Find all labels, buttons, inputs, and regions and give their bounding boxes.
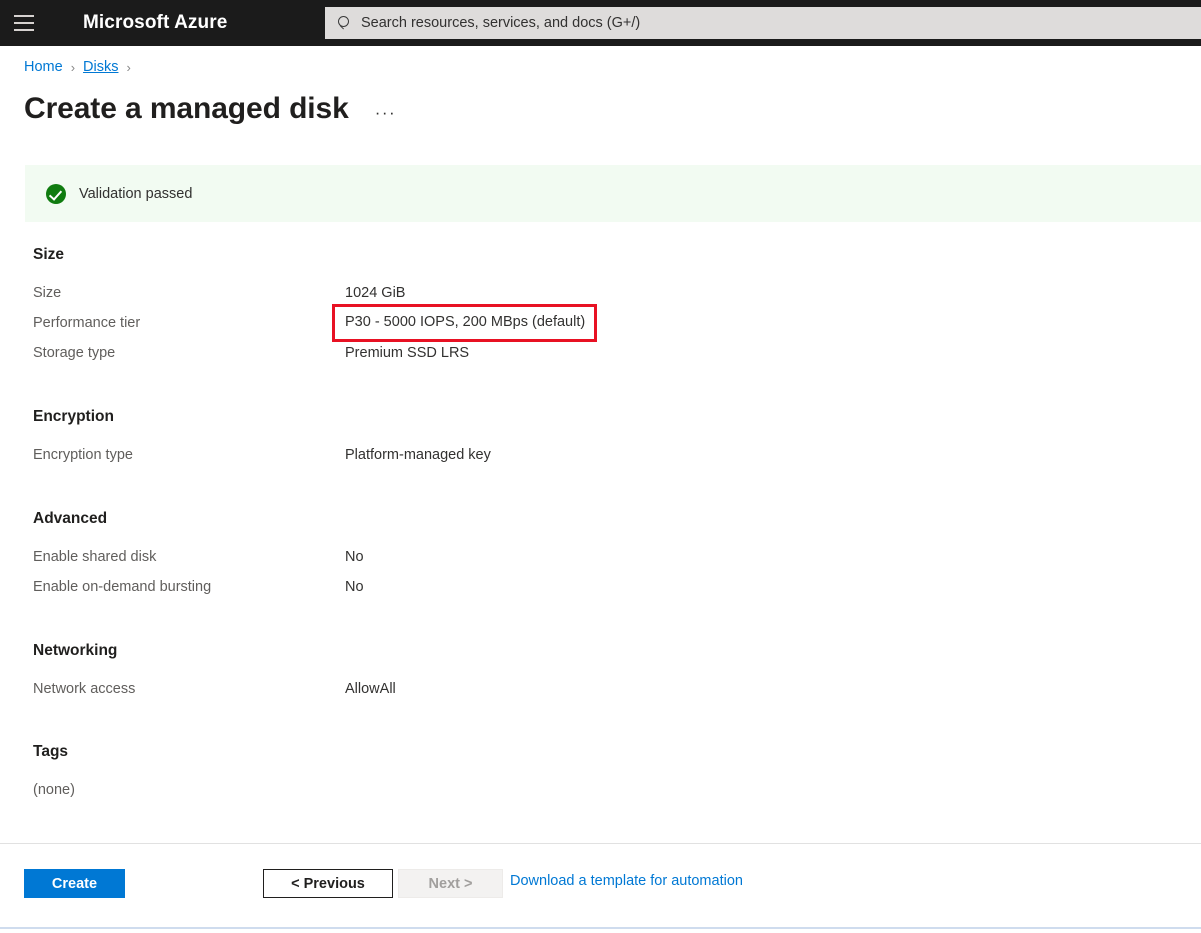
more-actions-icon[interactable]: ···: [375, 104, 396, 121]
table-row: Size 1024 GiB: [33, 278, 594, 308]
breadcrumb-separator-icon: ›: [126, 59, 131, 75]
section-tags: Tags (none): [33, 743, 345, 805]
check-circle-icon: [46, 183, 66, 204]
previous-button[interactable]: < Previous: [263, 869, 393, 898]
row-value: AllowAll: [345, 681, 396, 697]
section-heading: Tags: [33, 743, 69, 760]
table-row: Enable shared disk No: [33, 542, 364, 572]
table-row: Network access AllowAll: [33, 674, 396, 704]
row-label: Enable shared disk: [33, 549, 157, 565]
row-value: No: [345, 579, 364, 595]
azure-brand-logo[interactable]: Microsoft Azure: [83, 12, 227, 34]
breadcrumb: Home › Disks ›: [24, 59, 139, 75]
hamburger-bar: [14, 15, 34, 17]
table-row: Enable on-demand bursting No: [33, 572, 364, 602]
row-label: (none): [33, 782, 75, 798]
section-encryption: Encryption Encryption type Platform-mana…: [33, 408, 491, 470]
global-search-box[interactable]: [325, 7, 1201, 39]
validation-message: Validation passed: [79, 185, 193, 202]
hamburger-bar: [14, 29, 34, 31]
create-button[interactable]: Create: [24, 869, 125, 898]
section-heading: Networking: [33, 642, 118, 659]
breadcrumb-separator-icon: ›: [70, 59, 76, 75]
section-heading: Size: [33, 246, 65, 263]
table-row: (none): [33, 775, 345, 805]
row-label: Network access: [33, 681, 136, 697]
row-value: Premium SSD LRS: [345, 345, 470, 361]
page-title-row: Create a managed disk ···: [24, 90, 396, 128]
table-row: Encryption type Platform-managed key: [33, 440, 491, 470]
row-value: Platform-managed key: [345, 447, 491, 463]
table-row: Performance tier P30 - 5000 IOPS, 200 MB…: [33, 304, 598, 342]
download-template-link[interactable]: Download a template for automation: [510, 873, 743, 889]
performance-tier-value-highlight: P30 - 5000 IOPS, 200 MBps (default): [331, 304, 598, 342]
validation-banner: Validation passed: [25, 165, 1201, 222]
global-top-bar: Microsoft Azure: [0, 0, 1201, 46]
search-input[interactable]: [361, 15, 961, 31]
breadcrumb-item-disks[interactable]: Disks: [83, 59, 118, 75]
section-heading: Advanced: [33, 510, 108, 527]
row-value: No: [345, 549, 364, 565]
breadcrumb-item-home[interactable]: Home: [24, 59, 63, 75]
row-label: Storage type: [33, 345, 116, 361]
hamburger-menu-icon[interactable]: [0, 0, 48, 46]
section-advanced: Advanced Enable shared disk No Enable on…: [33, 510, 364, 602]
search-icon: [337, 15, 352, 31]
row-label: Enable on-demand bursting: [33, 579, 212, 595]
hamburger-bar: [14, 22, 34, 24]
table-row: Storage type Premium SSD LRS: [33, 338, 594, 368]
bottom-rule: [0, 927, 1201, 929]
row-label: Encryption type: [33, 447, 133, 463]
section-size: Size Size 1024 GiB Performance tier P30 …: [33, 246, 598, 368]
section-heading: Encryption: [33, 408, 114, 425]
next-button: Next >: [398, 869, 503, 898]
row-label: Performance tier: [33, 315, 141, 331]
section-networking: Networking Network access AllowAll: [33, 642, 396, 704]
page-title: Create a managed disk: [24, 92, 349, 125]
row-value: 1024 GiB: [345, 285, 406, 301]
row-label: Size: [33, 285, 62, 301]
